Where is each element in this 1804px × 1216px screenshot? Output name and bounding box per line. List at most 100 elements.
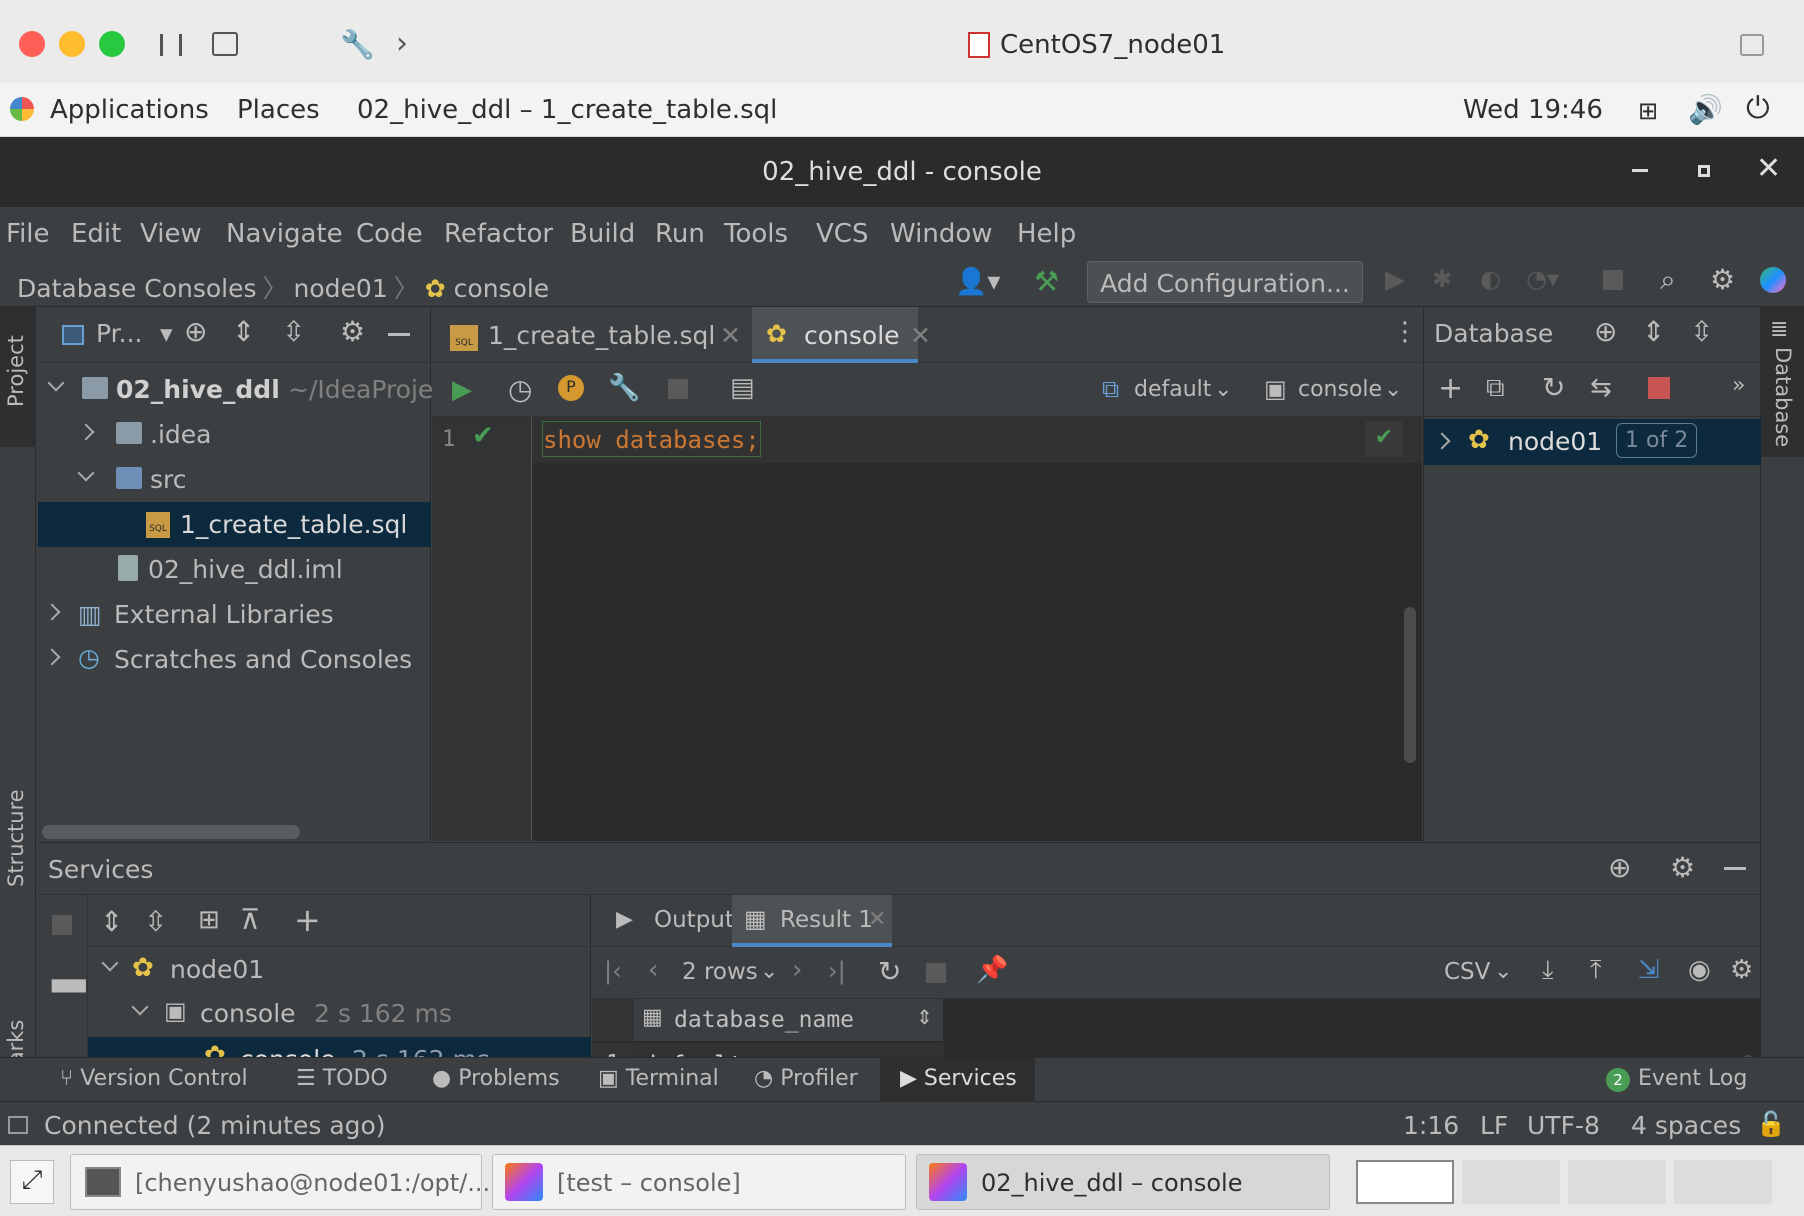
tab-close-icon[interactable]: ✕ [720, 321, 741, 350]
database-tool-label[interactable]: Database [1771, 347, 1795, 447]
hide-icon[interactable] [1724, 867, 1746, 870]
horizontal-scrollbar[interactable] [42, 825, 300, 839]
service-row-console[interactable]: ▣ console 2 s 162 ms [88, 993, 591, 1037]
gear-icon[interactable]: ⚙ [1730, 955, 1753, 985]
project-tool-label[interactable]: Project [4, 335, 28, 407]
last-page-icon[interactable]: ›| [828, 957, 846, 985]
structure-tool-label[interactable]: Structure [4, 789, 28, 887]
history-icon[interactable]: ◷ [508, 373, 532, 406]
breadcrumb-console[interactable]: console [454, 274, 550, 303]
menu-refactor[interactable]: Refactor [444, 219, 553, 249]
tree-row-sql-file[interactable]: SQL 1_create_table.sql [38, 502, 431, 547]
execute-icon[interactable]: ▶ [452, 375, 472, 405]
locate-icon[interactable]: ⊕ [1594, 315, 1617, 348]
tree-row-src[interactable]: src [38, 457, 431, 502]
jetbrains-icon[interactable] [1760, 267, 1786, 293]
toggle-panels-icon[interactable] [8, 1116, 28, 1134]
gear-icon[interactable]: ⚙ [340, 315, 365, 348]
breadcrumb-database-consoles[interactable]: Database Consoles [17, 274, 257, 303]
dropdown-chevron-icon[interactable]: ▾ [160, 319, 173, 348]
add-configuration-button[interactable]: Add Configuration... [1087, 261, 1363, 303]
services-tab[interactable]: ▶ Services [900, 1066, 1017, 1091]
active-window-label[interactable]: 02_hive_ddl – 1_create_table.sql [357, 95, 777, 125]
wrench-icon[interactable]: 🔧 [340, 28, 375, 61]
profile-icon[interactable]: ◔▾ [1526, 265, 1559, 293]
group-icon[interactable]: ⊞ [198, 905, 220, 935]
upload-icon[interactable]: ⤒ [1590, 955, 1602, 986]
session-select[interactable]: console [1298, 377, 1382, 402]
expand-all-icon[interactable]: ⇕ [1642, 315, 1665, 348]
version-control-tab[interactable]: ⑂ Version Control [60, 1066, 248, 1091]
profiler-tab[interactable]: ◔ Profiler [754, 1066, 858, 1091]
tab-close-icon[interactable]: ✕ [868, 907, 886, 932]
db-tree-row-node01[interactable]: ✿ node01 1 of 2 [1424, 419, 1761, 465]
debug-icon[interactable]: ✱ [1432, 265, 1452, 293]
file-encoding[interactable]: UTF-8 [1527, 1111, 1600, 1140]
wrench-icon[interactable]: 🔧 [608, 373, 640, 403]
restore-icon[interactable] [1740, 34, 1764, 56]
table-view-icon[interactable]: ▤ [730, 373, 755, 403]
add-icon[interactable]: + [1438, 371, 1463, 406]
clock[interactable]: Wed 19:46 [1463, 95, 1603, 125]
taskbar-item-hive-console[interactable]: 02_hive_ddl – console [916, 1154, 1330, 1210]
workspace-4[interactable] [1674, 1160, 1772, 1204]
run-icon[interactable]: ▶ [1385, 265, 1405, 295]
minimize-window-button[interactable] [59, 31, 85, 57]
tab-close-icon[interactable]: ✕ [910, 321, 931, 350]
taskbar-item-test-console[interactable]: [test – console] [492, 1154, 906, 1210]
column-header[interactable]: ▦ database_name ⇕ [634, 999, 944, 1041]
power-icon[interactable]: ⏻ [1746, 91, 1770, 126]
pin-icon[interactable]: 📌 [976, 955, 1008, 985]
compare-icon[interactable]: ⇲ [1638, 955, 1660, 985]
tab-result[interactable]: Result 1 [780, 907, 873, 933]
user-icon[interactable]: 👤▾ [955, 267, 1000, 297]
download-icon[interactable]: ⤓ [1542, 955, 1554, 986]
menu-help[interactable]: Help [1017, 219, 1076, 249]
stop-icon[interactable] [926, 963, 946, 983]
menu-file[interactable]: File [6, 219, 50, 249]
stop-icon[interactable] [52, 915, 72, 935]
network-icon[interactable]: ⊞ [1638, 97, 1658, 125]
stop-icon[interactable] [1603, 270, 1623, 290]
places-menu[interactable]: Places [237, 95, 320, 125]
vertical-scrollbar[interactable] [1404, 607, 1416, 763]
service-row-node01[interactable]: ✿ node01 [88, 949, 591, 993]
tree-row-external-libraries[interactable]: ▥ External Libraries [38, 592, 431, 637]
eye-icon[interactable]: ◉ [1688, 955, 1711, 985]
menu-vcs[interactable]: VCS [816, 219, 868, 249]
layout-icon[interactable]: ▀▀ [52, 981, 86, 1006]
menu-code[interactable]: Code [356, 219, 423, 249]
tab-create-table[interactable]: 1_create_table.sql [488, 321, 715, 350]
workspace-1[interactable] [1356, 1160, 1454, 1204]
menu-window[interactable]: Window [890, 219, 993, 249]
chevron-right-icon[interactable]: › [396, 26, 408, 61]
expand-all-icon[interactable]: ⇕ [100, 905, 123, 938]
stop-icon[interactable] [1648, 377, 1670, 399]
taskbar-item-terminal[interactable]: [chenyushao@node01:/opt/... [70, 1154, 490, 1210]
first-page-icon[interactable]: |‹ [604, 957, 622, 985]
menu-run[interactable]: Run [655, 219, 705, 249]
terminal-tab[interactable]: ▣ Terminal [598, 1066, 719, 1091]
collapse-all-icon[interactable]: ⇳ [144, 905, 167, 938]
gear-icon[interactable]: ⚙ [1670, 851, 1695, 884]
code-line[interactable]: show databases; ✔ [532, 417, 1422, 463]
gear-icon[interactable]: ⚙ [1710, 263, 1735, 296]
copy-icon[interactable]: ⧉ [1486, 373, 1505, 404]
menu-build[interactable]: Build [570, 219, 635, 249]
sort-icon[interactable]: ⇕ [916, 1005, 933, 1029]
snapshot-icon[interactable] [212, 32, 238, 56]
breadcrumb-node01[interactable]: node01 [294, 274, 388, 303]
locate-icon[interactable]: ⊕ [1608, 851, 1631, 884]
menu-tools[interactable]: Tools [724, 219, 788, 249]
code-text[interactable]: show databases; [542, 421, 761, 457]
close-window-button[interactable] [19, 31, 45, 57]
tree-row-scratches[interactable]: ◷ Scratches and Consoles [38, 637, 431, 682]
schema-sync-icon[interactable]: ⇆ [1590, 373, 1612, 403]
db-node-badge[interactable]: 1 of 2 [1616, 423, 1698, 458]
menu-view[interactable]: View [140, 219, 202, 249]
chevron-down-icon[interactable]: ⌄ [1214, 377, 1232, 402]
tab-output[interactable]: Output [654, 907, 734, 933]
build-hammer-icon[interactable]: ⚒ [1034, 265, 1059, 298]
rows-select[interactable]: 2 rows [682, 959, 758, 985]
applications-menu[interactable]: Applications [50, 95, 209, 125]
